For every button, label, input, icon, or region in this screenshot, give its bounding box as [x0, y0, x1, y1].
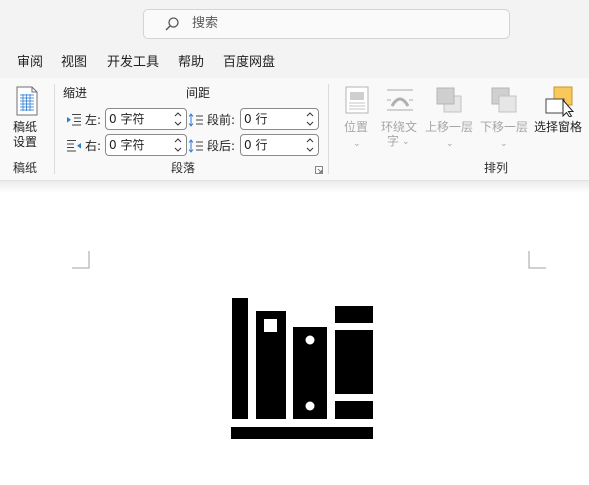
chevron-down-icon: ⌄ [446, 139, 454, 149]
ribbon-shadow [0, 181, 589, 193]
paragraph-group-label: 段落 [171, 161, 196, 175]
tab-developer[interactable]: 开发工具 [107, 55, 159, 71]
position-button[interactable]: 位置 ⌄ [340, 84, 374, 154]
selection-pane-label: 选择窗格 [534, 120, 583, 134]
spacing-after-icon [188, 139, 203, 153]
wrap-text-label-line1: 环绕文 [381, 120, 418, 134]
spacing-before-input[interactable]: 0 行 [240, 108, 319, 130]
indent-right-input[interactable]: 0 字符 [105, 134, 187, 156]
chevron-down-icon: ⌄ [353, 139, 361, 149]
spacing-before-value: 0 行 [244, 112, 268, 126]
indent-left-input[interactable]: 0 字符 [105, 108, 187, 130]
margin-corner-top-left [72, 251, 90, 269]
selection-pane-icon [545, 86, 575, 117]
manuscript-button-line1: 稿纸 [13, 120, 38, 134]
spin-arrows-icon[interactable] [174, 136, 182, 154]
title-bar: 搜索 [0, 0, 589, 48]
bookshelf-icon[interactable] [230, 297, 374, 441]
chevron-down-icon: ⌄ [500, 139, 508, 149]
spin-arrows-icon[interactable] [306, 136, 314, 154]
manuscript-group-label: 稿纸 [13, 161, 38, 175]
send-backward-icon [491, 87, 517, 113]
spacing-after-input[interactable]: 0 行 [240, 134, 319, 156]
spacing-before-label: 段前: [207, 113, 236, 127]
indent-right-label: 右: [85, 139, 102, 153]
bring-forward-label: 上移一层 [425, 120, 474, 134]
chevron-down-icon: ⌄ [402, 137, 410, 147]
position-label: 位置 [344, 120, 369, 134]
wrap-text-icon [387, 89, 413, 111]
manuscript-settings-button[interactable]: 稿纸 设置 [8, 84, 46, 154]
spacing-after-label: 段后: [207, 139, 236, 153]
search-label: 搜索 [192, 16, 219, 31]
indent-left-icon [67, 114, 81, 126]
spin-arrows-icon[interactable] [174, 110, 182, 128]
tab-baidu-netdisk[interactable]: 百度网盘 [223, 55, 275, 71]
wrap-text-label-line2: 字 [387, 134, 400, 148]
spacing-after-value: 0 行 [244, 138, 268, 152]
ribbon-tabs: 审阅 视图 开发工具 帮助 百度网盘 [0, 48, 589, 78]
arrange-group-label: 排列 [484, 161, 509, 175]
indent-left-label: 左: [85, 113, 102, 127]
tab-review[interactable]: 审阅 [17, 55, 43, 71]
manuscript-button-line2: 设置 [13, 135, 38, 149]
ribbon-panel: 稿纸 设置 稿纸 缩进 间距 左: 0 字符 右: 0 字符 段前: 0 行 段… [0, 78, 589, 181]
indent-left-value: 0 字符 [109, 112, 145, 126]
indent-right-icon [67, 140, 81, 152]
search-icon [165, 17, 179, 31]
dialog-launcher-icon[interactable] [315, 166, 323, 174]
indent-right-value: 0 字符 [109, 138, 145, 152]
spacing-before-icon [188, 113, 203, 127]
bring-forward-icon [436, 87, 462, 113]
selection-pane-button[interactable]: 选择窗格 [533, 84, 589, 154]
send-backward-label: 下移一层 [480, 120, 529, 134]
spacing-heading: 间距 [186, 86, 211, 100]
document-page[interactable] [0, 193, 589, 485]
group-separator [328, 84, 329, 174]
margin-corner-top-right [528, 251, 546, 269]
tab-view[interactable]: 视图 [61, 55, 87, 71]
search-box[interactable]: 搜索 [143, 9, 510, 39]
send-backward-button[interactable]: 下移一层 ⌄ [478, 84, 530, 154]
manuscript-icon [16, 86, 38, 116]
indent-heading: 缩进 [63, 86, 88, 100]
position-icon [345, 86, 369, 114]
spin-arrows-icon[interactable] [306, 110, 314, 128]
wrap-text-button[interactable]: 环绕文 字 ⌄ [380, 84, 422, 154]
group-separator [54, 84, 55, 174]
tab-help[interactable]: 帮助 [178, 55, 204, 71]
bring-forward-button[interactable]: 上移一层 ⌄ [424, 84, 474, 154]
